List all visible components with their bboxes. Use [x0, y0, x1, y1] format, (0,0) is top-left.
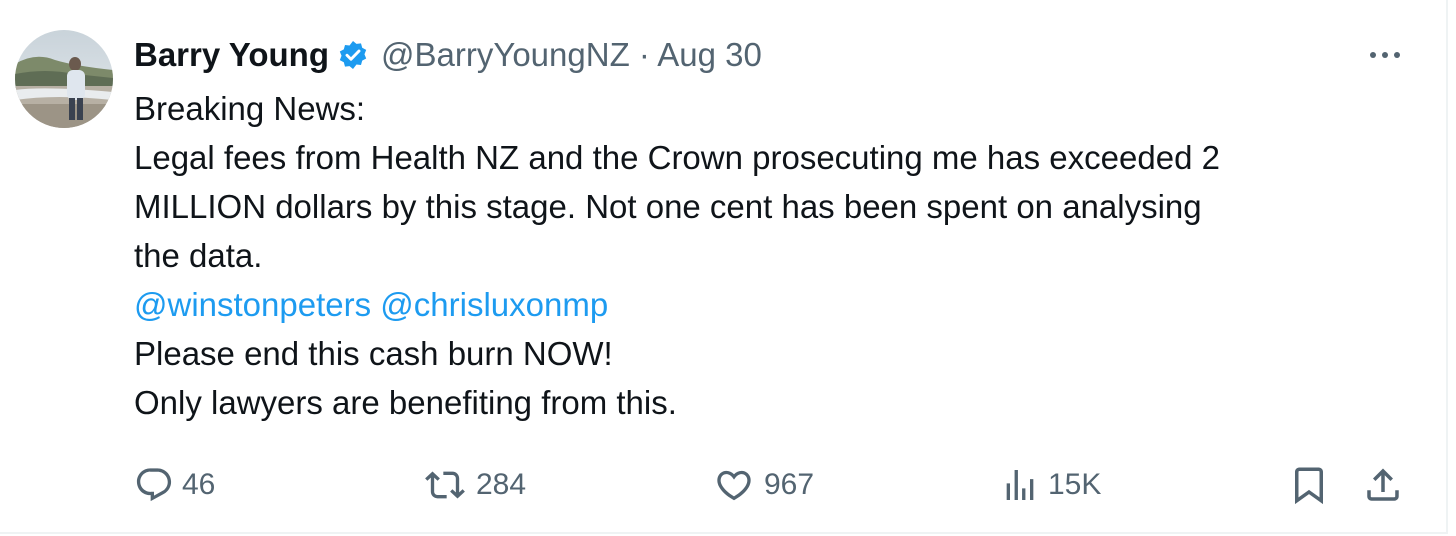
reply-button[interactable]: 46 — [134, 460, 215, 510]
mention-link[interactable]: @chrisluxonmp — [380, 286, 608, 323]
like-button[interactable]: 967 — [712, 460, 814, 510]
views-count: 15K — [1048, 468, 1102, 501]
reply-count: 46 — [182, 468, 216, 501]
body-line: Only lawyers are benefiting from this. — [134, 384, 677, 421]
tweet-header: Barry Young @BarryYoungNZ · Aug 30 — [134, 30, 762, 80]
share-button[interactable] — [1362, 460, 1404, 510]
share-icon — [1362, 464, 1404, 506]
author-meta: @BarryYoungNZ · Aug 30 — [381, 36, 762, 74]
like-count: 967 — [764, 468, 815, 501]
tweet-card: Barry Young @BarryYoungNZ · Aug 30 Break… — [0, 0, 1448, 534]
tweet-date[interactable]: Aug 30 — [657, 36, 762, 73]
tweet-body: Breaking News: Legal fees from Health NZ… — [134, 84, 1394, 427]
body-line: the data. — [134, 237, 263, 274]
body-line: Legal fees from Health NZ and the Crown … — [134, 139, 1220, 176]
bookmark-icon — [1288, 464, 1330, 506]
views-button[interactable]: 15K — [1000, 460, 1101, 510]
mention-link[interactable]: @winstonpeters — [134, 286, 371, 323]
body-line: MILLION dollars by this stage. Not one c… — [134, 188, 1202, 225]
bookmark-button[interactable] — [1288, 460, 1330, 510]
more-icon[interactable] — [1360, 40, 1410, 70]
action-bar: 46 284 967 15K — [0, 460, 1456, 510]
retweet-count: 284 — [476, 468, 527, 501]
reply-icon — [134, 465, 174, 505]
heart-icon — [712, 465, 756, 505]
body-line: Breaking News: — [134, 90, 366, 127]
retweet-button[interactable]: 284 — [422, 460, 526, 510]
avatar[interactable] — [15, 30, 113, 128]
retweet-icon — [422, 465, 468, 505]
mentions-line: @winstonpeters @chrisluxonmp — [134, 280, 1394, 329]
display-name[interactable]: Barry Young — [134, 36, 329, 74]
author-handle[interactable]: @BarryYoungNZ — [381, 36, 630, 73]
verified-badge-icon — [337, 39, 369, 71]
body-line: Please end this cash burn NOW! — [134, 335, 613, 372]
meta-separator: · — [638, 36, 650, 73]
views-icon — [1000, 465, 1040, 505]
